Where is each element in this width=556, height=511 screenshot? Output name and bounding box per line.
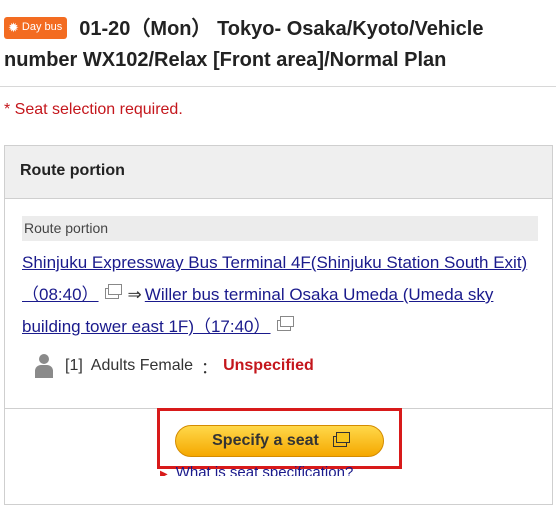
specify-seat-button[interactable]: Specify a seat xyxy=(175,425,384,457)
route-panel: Route portion Route portion Shinjuku Exp… xyxy=(4,145,553,505)
passenger-type: Adults Female xyxy=(90,357,194,374)
passenger-row: [1] Adults Female ： Unspecified xyxy=(33,354,314,378)
new-window-icon xyxy=(332,431,350,447)
day-bus-badge: ✹ Day bus xyxy=(4,16,68,39)
sun-icon: ✹ xyxy=(8,20,19,35)
route-details: Shinjuku Expressway Bus Terminal 4F(Shin… xyxy=(22,247,542,343)
passenger-separator: ： xyxy=(201,360,218,377)
external-window-icon[interactable] xyxy=(104,284,122,299)
seat-help-link[interactable]: ▶ What is seat specification? xyxy=(160,464,353,476)
seat-status: Unspecified xyxy=(223,357,314,374)
triangle-bullet-icon: ▶ xyxy=(160,469,168,476)
route-portion-label: Route portion xyxy=(22,216,538,241)
external-window-icon[interactable] xyxy=(276,316,294,331)
title-line-2: number WX102/Relax [Front area]/Normal P… xyxy=(4,49,447,71)
passenger-index: [1] xyxy=(65,357,83,374)
panel-heading: Route portion xyxy=(5,146,552,199)
person-icon xyxy=(33,354,55,378)
specify-seat-label: Specify a seat xyxy=(212,432,319,449)
page-title: ✹ Day bus 01-20（Mon） Tokyo- Osaka/Kyoto/… xyxy=(4,14,552,45)
seat-help-link-text[interactable]: What is seat specification? xyxy=(176,464,354,476)
title-line-1: 01-20（Mon） Tokyo- Osaka/Kyoto/Vehicle xyxy=(79,18,484,40)
badge-label: Day bus xyxy=(21,21,63,33)
panel-separator xyxy=(5,408,552,409)
page-header: ✹ Day bus 01-20（Mon） Tokyo- Osaka/Kyoto/… xyxy=(4,14,552,76)
route-arrow: ⇒ xyxy=(127,285,142,304)
seat-required-notice: * Seat selection required. xyxy=(4,101,183,118)
header-divider xyxy=(0,86,556,87)
